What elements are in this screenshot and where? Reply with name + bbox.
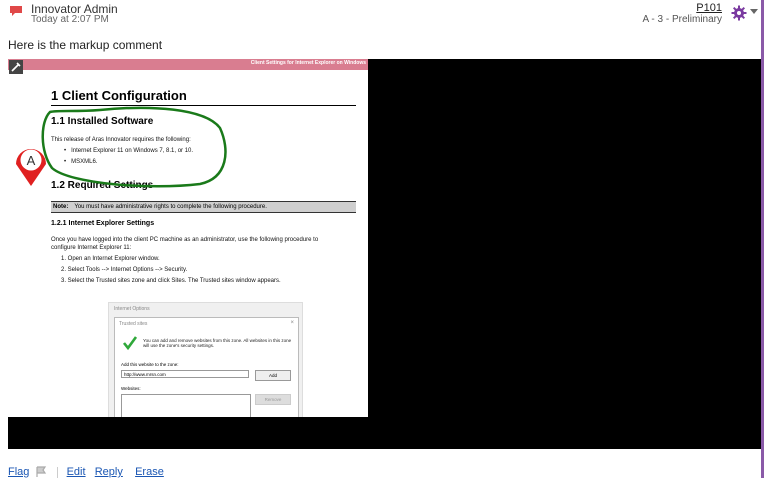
flag-link[interactable]: Flag [8,466,29,478]
url-field: http://www.mrsn.com [121,370,249,378]
add-website-label: Add this website to the zone: [121,362,179,367]
websites-label: Websites: [121,386,141,391]
dialog-screenshot: Internet Options Trusted sites × You can… [108,302,303,417]
document-header-title: Client Settings for Internet Explorer on… [250,60,366,66]
doc-heading-required: 1.2 Required Settings [51,180,154,191]
reply-link[interactable]: Reply [95,466,123,478]
procedure-step: 2. Select Tools --> Internet Options -->… [61,267,188,273]
comment-card: Innovator Admin Today at 2:07 PM P101 A … [0,0,766,478]
installed-intro: This release of Aras Innovator requires … [51,137,191,143]
dialog-inner-title: Trusted sites [119,321,148,327]
note-box: Note: You must have administrative rights… [51,201,356,213]
doc-heading-installed: 1.1 Installed Software [51,116,154,127]
list-item: • Internet Explorer 11 on Windows 7, 8.1… [64,148,194,154]
procedure-step: 1. Open an Internet Explorer window. [61,256,160,262]
flag-icon[interactable] [35,466,47,478]
procedure-intro-line: Once you have logged into the client PC … [51,237,319,243]
remove-button: Remove [255,394,291,405]
procedure-step: 3. Select the Trusted sites zone and cli… [61,278,281,284]
selection-accent-bar [761,0,764,478]
websites-list [121,394,251,417]
markup-image: Client Settings for Internet Explorer on… [8,59,368,417]
heading-rule [51,105,356,106]
chevron-down-icon[interactable] [750,9,758,14]
doc-heading-ie-settings: 1.2.1 Internet Explorer Settings [51,220,155,227]
edit-link[interactable]: Edit [67,466,86,478]
doc-heading-1: 1 Client Configuration [51,88,187,103]
dialog-outer-title: Internet Options [114,306,150,312]
divider [56,466,58,478]
procedure-intro-line: configure Internet Explorer 11: [51,245,132,251]
document-header-bar: Client Settings for Internet Explorer on… [8,59,368,70]
comment-actions: Flag Edit Reply Erase [8,466,164,478]
add-button: Add [255,370,291,381]
document-link[interactable]: P101 [696,2,722,14]
edit-tool-icon[interactable] [9,60,23,74]
close-icon: × [290,320,294,326]
speech-bubble-icon [10,6,22,16]
checkmark-icon [122,336,138,351]
list-item: • MSXML6. [64,159,98,165]
gear-icon[interactable] [731,5,747,21]
dialog-info-text: You can add and remove websites from thi… [143,338,292,348]
comment-timestamp: Today at 2:07 PM [31,14,109,25]
erase-link[interactable]: Erase [135,466,164,478]
revision-label: A - 3 - Preliminary [642,14,722,25]
trusted-sites-dialog: Trusted sites × You can add and remove w… [114,317,299,417]
comment-text: Here is the markup comment [8,38,163,52]
